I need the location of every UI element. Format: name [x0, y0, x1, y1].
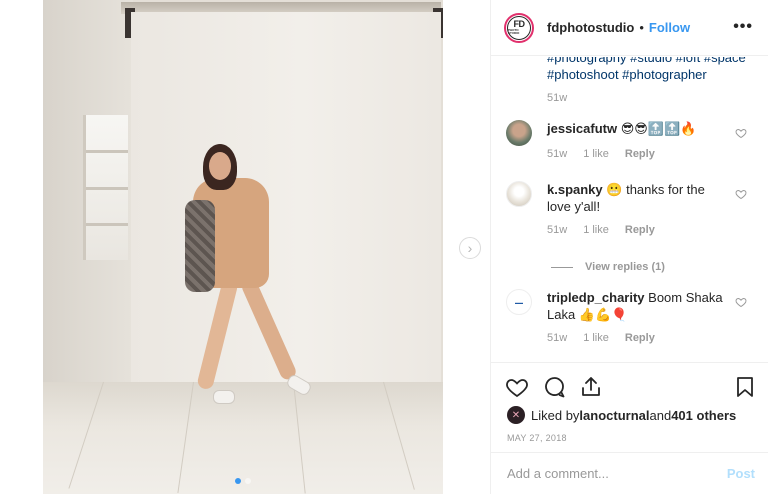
- carousel-indicator: [235, 478, 251, 484]
- hashtag-line[interactable]: #photography #studio #loft #space: [547, 57, 747, 66]
- comment-username[interactable]: tripledp_charity: [547, 290, 645, 305]
- likes-prefix: Liked by: [531, 407, 580, 423]
- comment-likes[interactable]: 1 like: [583, 224, 609, 236]
- photo-window: [83, 115, 128, 260]
- post-date[interactable]: MAY 27, 2018: [507, 433, 567, 443]
- comment-meta: 51w 1 like Reply: [547, 332, 655, 344]
- share-icon[interactable]: [579, 375, 603, 399]
- comment-input[interactable]: [507, 466, 707, 481]
- add-comment-bar: Post: [491, 452, 768, 494]
- comment-avatar[interactable]: [506, 120, 532, 146]
- reply-button[interactable]: Reply: [625, 332, 655, 344]
- comment-item: jessicafutw 😎😎🔝🔝🔥: [547, 120, 727, 137]
- reply-button[interactable]: Reply: [625, 148, 655, 160]
- comment-like-heart-icon[interactable]: [735, 127, 747, 139]
- more-options-icon[interactable]: •••: [733, 18, 753, 36]
- comment-likes[interactable]: 1 like: [583, 332, 609, 344]
- heart-icon[interactable]: [505, 375, 529, 399]
- post-photo[interactable]: [43, 0, 443, 494]
- follow-button[interactable]: Follow: [649, 20, 690, 35]
- comment-like-heart-icon[interactable]: [735, 188, 747, 200]
- comment-time[interactable]: 51w: [547, 148, 567, 160]
- bookmark-icon[interactable]: [733, 375, 757, 399]
- profile-avatar[interactable]: FD PHOTO STUDIO: [504, 12, 534, 43]
- liker-avatar[interactable]: ✕: [507, 406, 525, 424]
- view-replies-line: [551, 266, 573, 268]
- comment-username[interactable]: k.spanky: [547, 182, 603, 197]
- view-replies-label: View replies (1): [585, 261, 665, 273]
- comment-likes[interactable]: 1 like: [583, 148, 609, 160]
- separator-bullet: •: [639, 20, 644, 35]
- studio-logo: FD PHOTO STUDIO: [507, 15, 531, 40]
- caption-time[interactable]: 51w: [547, 92, 567, 104]
- comment-time[interactable]: 51w: [547, 332, 567, 344]
- comment-item: tripledp_charity Boom Shaka Laka 👍💪🎈: [547, 289, 727, 323]
- comment-time[interactable]: 51w: [547, 224, 567, 236]
- caption-hashtags: #photography #studio #loft #space #photo…: [547, 57, 747, 83]
- post-panel: FD PHOTO STUDIO fdphotostudio • Follow •…: [490, 0, 768, 494]
- charity-logo-icon: ▬▬: [515, 299, 523, 305]
- post-actions: ✕ Liked by lanocturnal and 401 others MA…: [491, 362, 768, 452]
- comment-body: 😎😎🔝🔝🔥: [620, 121, 697, 136]
- carousel-dot: [245, 478, 251, 484]
- likes-count[interactable]: 401 others: [671, 408, 736, 423]
- reply-button[interactable]: Reply: [625, 224, 655, 236]
- comment-meta: 51w 1 like Reply: [547, 148, 655, 160]
- carousel-dot-active: [235, 478, 241, 484]
- comment-avatar[interactable]: [506, 181, 532, 207]
- photo-model: [183, 140, 313, 420]
- comment-item: k.spanky 😬 thanks for the love y'all!: [547, 181, 727, 215]
- post-comment-button[interactable]: Post: [727, 466, 755, 481]
- chevron-right-icon: ›: [467, 240, 473, 256]
- next-image-button[interactable]: ›: [459, 237, 481, 259]
- profile-username[interactable]: fdphotostudio: [547, 20, 634, 35]
- comment-username[interactable]: jessicafutw: [547, 121, 617, 136]
- liker-username[interactable]: lanocturnal: [579, 408, 649, 423]
- view-replies-button[interactable]: View replies (1): [551, 261, 665, 273]
- comment-avatar[interactable]: ▬▬: [506, 289, 532, 315]
- comment-icon[interactable]: [542, 375, 566, 399]
- comment-like-heart-icon[interactable]: [735, 296, 747, 308]
- comments-list[interactable]: #photography #studio #loft #space #photo…: [491, 57, 768, 362]
- likes-and: and: [649, 407, 672, 423]
- hashtag-line[interactable]: #photoshoot #photographer: [547, 66, 747, 83]
- likes-summary: ✕ Liked by lanocturnal and 401 others: [507, 406, 736, 424]
- post-header: FD PHOTO STUDIO fdphotostudio • Follow •…: [491, 0, 768, 56]
- caption-meta: 51w: [547, 92, 567, 104]
- comment-meta: 51w 1 like Reply: [547, 224, 655, 236]
